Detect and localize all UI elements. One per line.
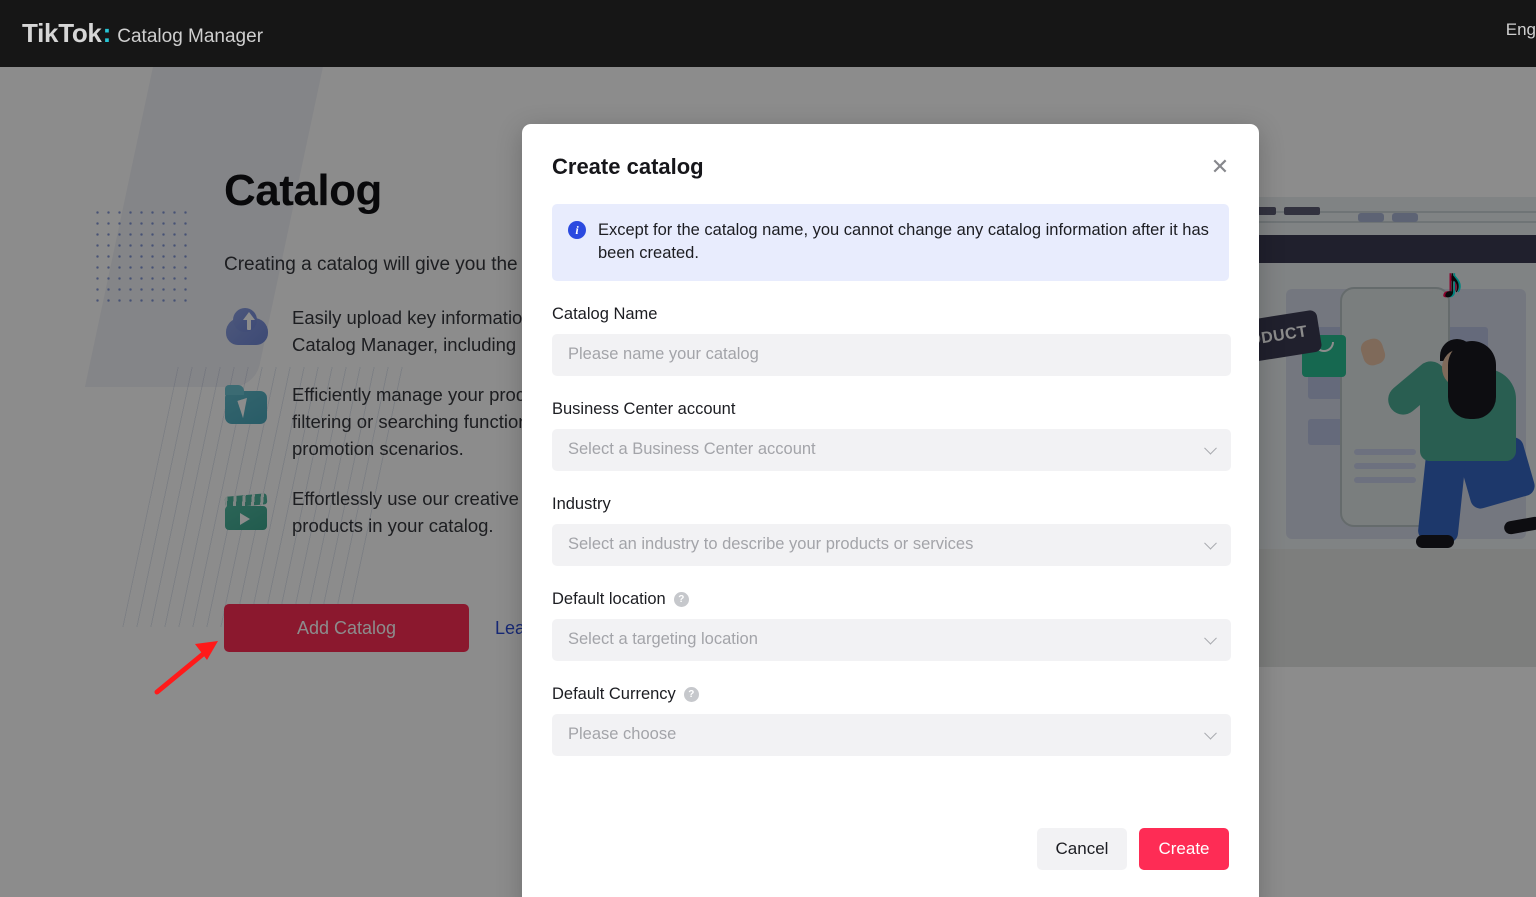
help-icon[interactable]: ?: [683, 686, 699, 702]
close-icon[interactable]: ✕: [1207, 154, 1233, 180]
field-label-text: Default Currency: [552, 684, 676, 703]
default-location-select[interactable]: Select a targeting location: [552, 618, 1231, 661]
field-business-center-account: Business Center account Select a Busines…: [552, 400, 1231, 471]
default-currency-select[interactable]: Please choose: [552, 713, 1231, 756]
create-button[interactable]: Create: [1139, 828, 1229, 870]
field-label-text: Industry: [552, 494, 611, 513]
dialog-footer: Cancel Create: [552, 828, 1229, 870]
brand-logo[interactable]: TikTok : Catalog Manager: [22, 18, 263, 49]
field-label-text: Business Center account: [552, 399, 736, 418]
catalog-name-input[interactable]: Please name your catalog: [552, 333, 1231, 376]
chevron-down-icon: [1204, 631, 1217, 645]
select-placeholder: Select an industry to describe your prod…: [568, 535, 974, 554]
info-icon: i: [568, 221, 586, 239]
cancel-button[interactable]: Cancel: [1037, 828, 1127, 870]
notice-text: Except for the catalog name, you cannot …: [598, 221, 1209, 262]
app-root: TikTok : Catalog Manager Eng Catalog Cre…: [0, 0, 1536, 897]
chevron-down-icon: [1204, 441, 1217, 455]
brand-colon: :: [102, 18, 112, 48]
top-header-bar: TikTok : Catalog Manager Eng: [0, 0, 1536, 67]
select-placeholder: Please choose: [568, 725, 677, 744]
field-label: Industry: [552, 495, 1229, 514]
info-notice: i Except for the catalog name, you canno…: [552, 204, 1229, 281]
field-label: Default Currency ?: [552, 685, 1229, 704]
input-placeholder: Please name your catalog: [568, 345, 759, 364]
field-default-location: Default location ? Select a targeting lo…: [552, 590, 1231, 661]
field-industry: Industry Select an industry to describe …: [552, 495, 1231, 566]
business-center-select[interactable]: Select a Business Center account: [552, 428, 1231, 471]
field-default-currency: Default Currency ? Please choose: [552, 685, 1231, 756]
language-selector[interactable]: Eng: [1506, 20, 1536, 40]
field-label-text: Default location: [552, 589, 666, 608]
field-label-text: Catalog Name: [552, 304, 658, 323]
chevron-down-icon: [1204, 536, 1217, 550]
brand-tiktok-text: TikTok: [22, 18, 102, 48]
help-icon[interactable]: ?: [673, 591, 689, 607]
select-placeholder: Select a Business Center account: [568, 440, 816, 459]
select-placeholder: Select a targeting location: [568, 630, 758, 649]
chevron-down-icon: [1204, 726, 1217, 740]
industry-select[interactable]: Select an industry to describe your prod…: [552, 523, 1231, 566]
field-label: Business Center account: [552, 400, 1229, 419]
dialog-title: Create catalog: [552, 154, 704, 179]
field-catalog-name: Catalog Name Please name your catalog: [552, 305, 1231, 376]
create-catalog-dialog: Create catalog ✕ i Except for the catalo…: [522, 124, 1259, 897]
brand-subtitle: Catalog Manager: [117, 26, 264, 47]
field-label: Catalog Name: [552, 305, 1229, 324]
field-label: Default location ?: [552, 590, 1229, 609]
